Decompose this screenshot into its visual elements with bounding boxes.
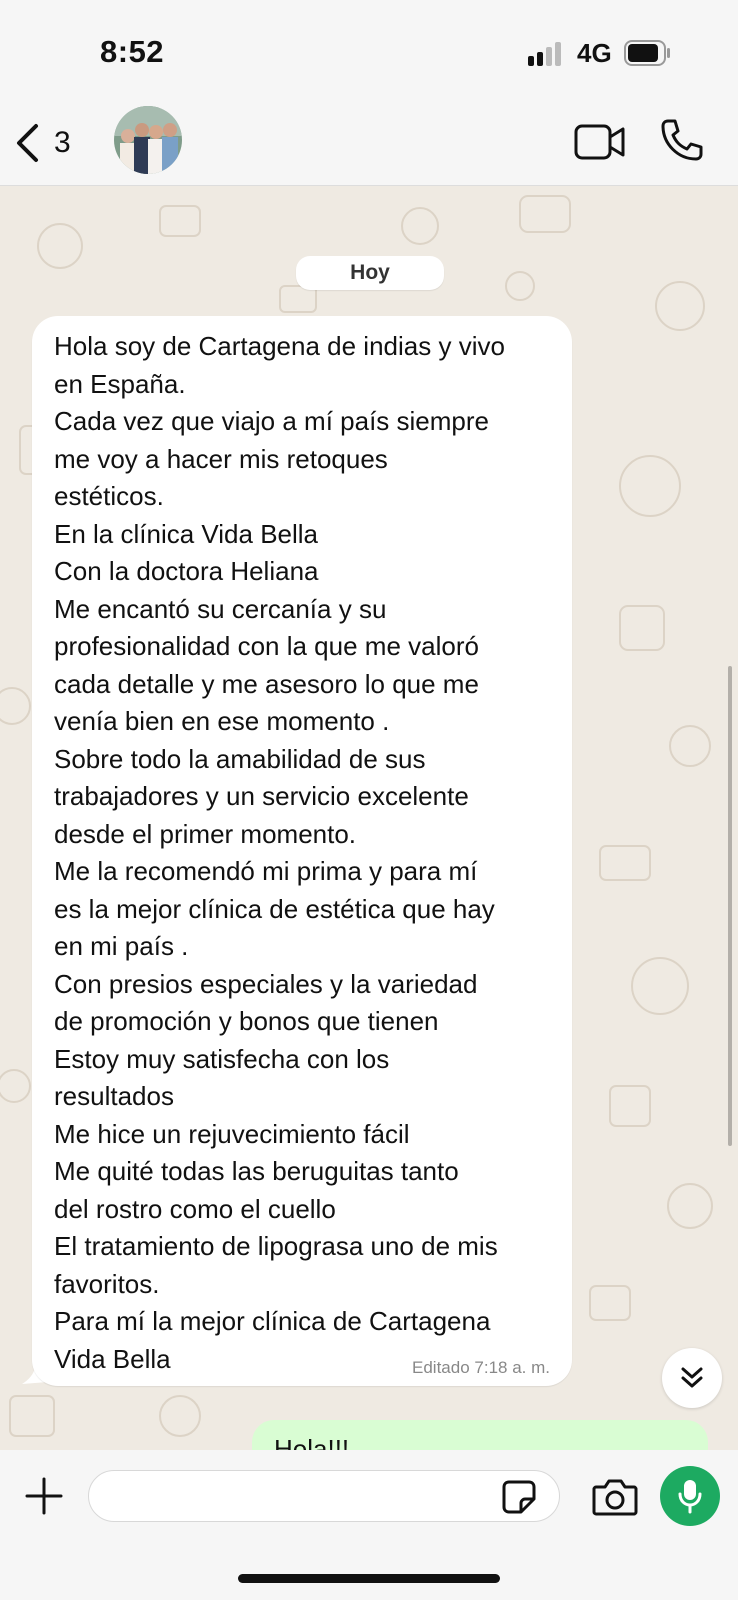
message-line: Sobre todo la amabilidad de sus [54,743,426,774]
message-line: Hola soy de Cartagena de indias y vivo [54,331,505,361]
message-line: venía bien en ese momento . [54,706,390,736]
video-camera-icon[interactable] [574,122,626,162]
incoming-message-bubble[interactable]: Hola soy de Cartagena de indias y vivo e… [32,316,572,1386]
message-line: estéticos. [54,481,164,511]
date-separator: Hoy [296,256,444,290]
microphone-icon [678,1480,702,1514]
message-line: en mi país . [54,931,189,961]
message-timestamp: Editado 7:18 a. m. [412,1358,550,1377]
message-line: Cada vez que viajo a mí país siempre [54,406,489,436]
status-time: 8:52 [100,34,165,69]
message-line: Para mí la mejor clínica de Cartagena [54,1306,491,1336]
voice-message-button[interactable] [660,1466,720,1526]
back-button[interactable]: 3 [14,120,86,166]
message-line: me voy a hacer mis retoques [54,443,388,474]
message-line: profesionalidad con la que me valoró [54,631,479,661]
message-line: El tratamiento de lipograsa uno de mis [54,1231,498,1261]
unread-count: 3 [54,126,71,159]
message-line: Con la doctora Heliana [54,556,319,586]
message-line: Me quité todas las beruguitas tanto [54,1156,459,1186]
message-line: trabajadores y un servicio excelente [54,781,469,811]
message-line: del rostro como el cuello [54,1193,336,1224]
home-indicator [238,1574,500,1583]
outgoing-message-bubble[interactable]: Hola!!! [252,1420,708,1450]
message-line: desde el primer momento. [54,818,357,849]
message-line: resultados [54,1081,174,1111]
chat-header: 3 [0,100,738,186]
message-line: en España. [54,368,186,399]
message-line: es la mejor clínica de estética que hay [54,893,495,924]
message-line: cada detalle y me asesoro lo que me [54,668,479,699]
double-chevron-down-icon [681,1367,703,1388]
phone-icon[interactable] [660,118,704,162]
message-input[interactable] [105,1479,485,1513]
scroll-to-bottom-button[interactable] [662,1348,722,1408]
message-line: Con presios especiales y la variedad [54,968,478,999]
message-line: Me la recomendó mi prima y para mí [54,856,478,886]
message-line: Estoy muy satisfecha con los [54,1043,390,1074]
avatar-photo [114,106,182,174]
scrollbar[interactable] [728,666,732,1146]
status-bar: 8:52 4G [0,0,738,100]
cellular-signal-icon [528,42,561,66]
message-line: En la clínica Vida Bella [54,518,319,549]
message-input-container [88,1470,560,1522]
chevron-left-icon [17,124,38,162]
message-line: favoritos. [54,1268,160,1299]
message-line: Me encantó su cercanía y su [54,593,387,624]
message-line: Me hice un rejuvecimiento fácil [54,1118,410,1149]
plus-icon[interactable] [24,1476,64,1516]
network-type: 4G [577,38,612,68]
camera-icon[interactable] [592,1478,638,1516]
battery-icon [624,40,670,66]
chat-area[interactable]: Hoy Hola soy de Cartagena de indias y vi… [0,186,738,1450]
group-avatar[interactable] [114,106,182,174]
sticker-icon[interactable] [501,1479,537,1515]
message-line: de promoción y bonos que tienen [54,1006,439,1036]
